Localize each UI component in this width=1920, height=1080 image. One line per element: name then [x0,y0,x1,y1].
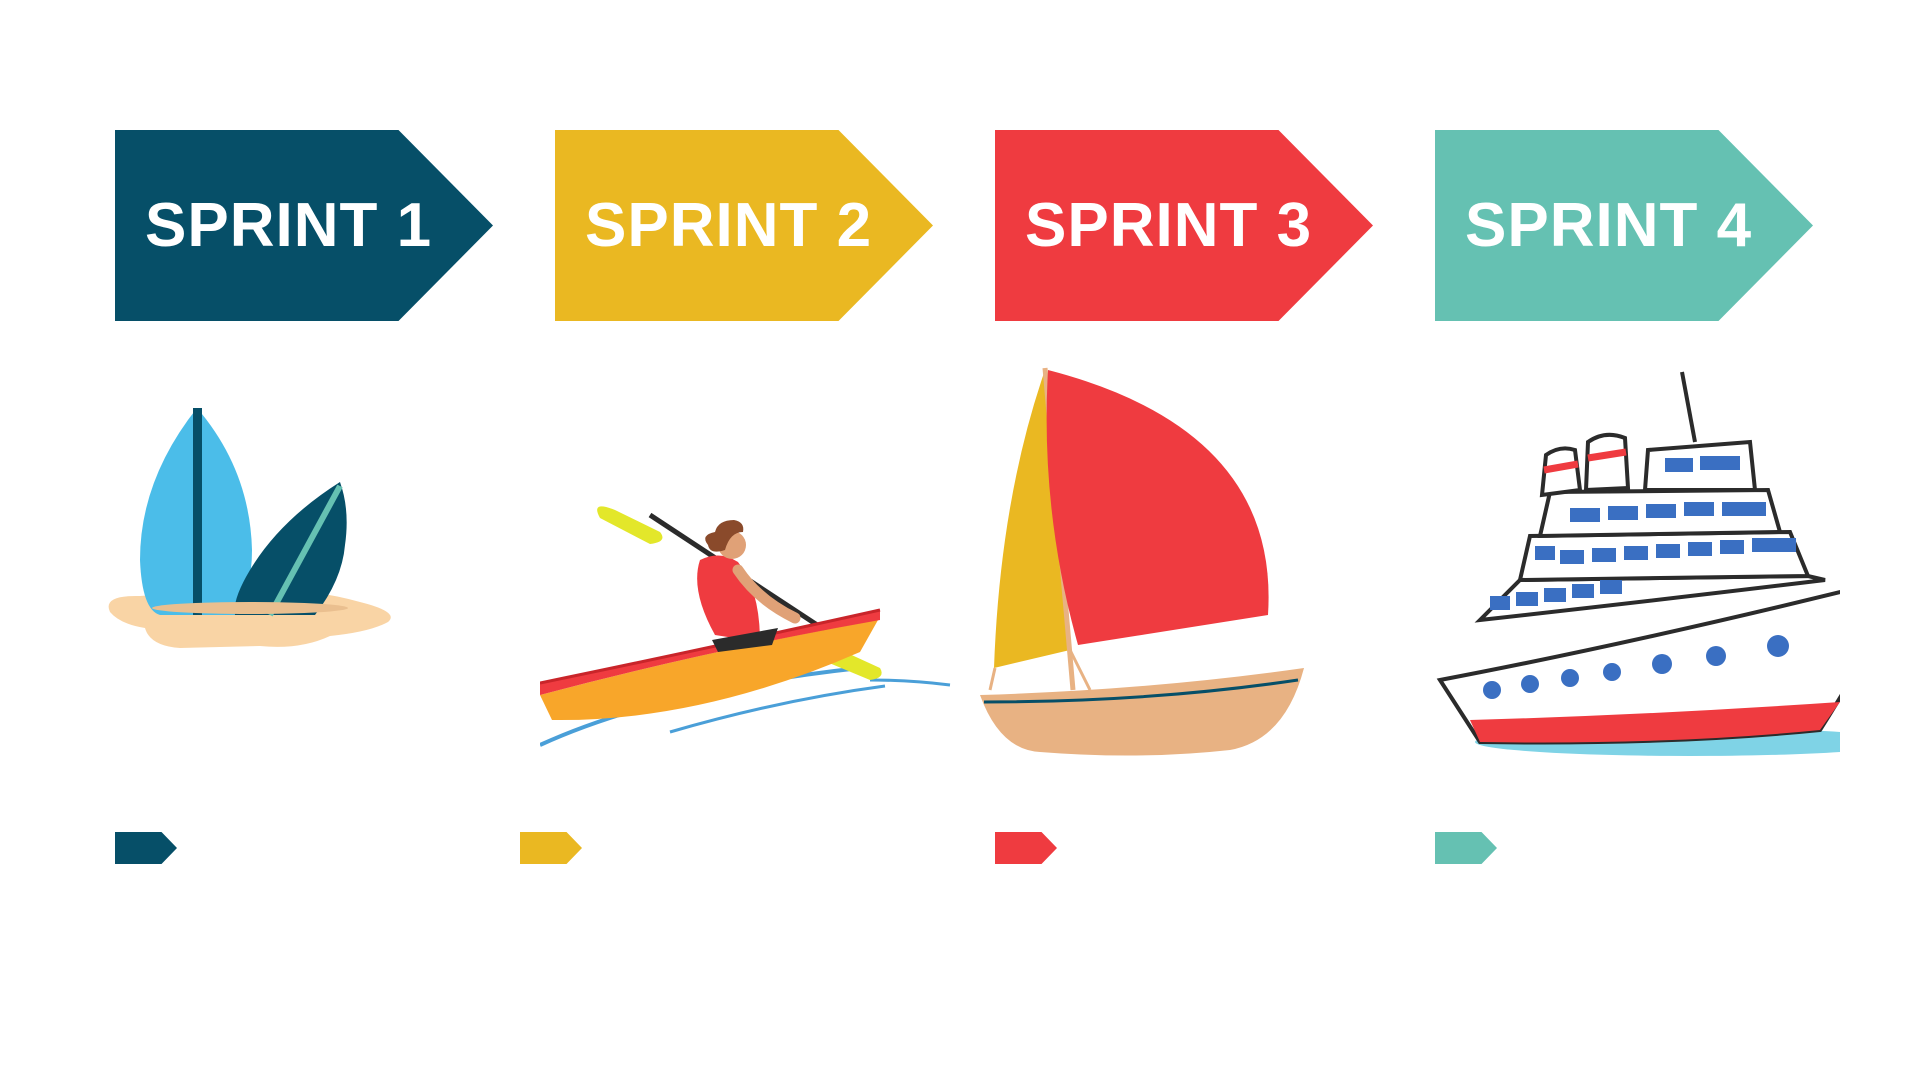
sailboat-icon [980,350,1400,780]
sprint-2-label: SPRINT 2 [585,191,873,260]
sprint-2-marker [520,832,582,864]
kayak-icon [540,350,960,780]
sprint-column-2: SPRINT 2 [520,0,960,1080]
sprint-4-banner: SPRINT 4 [1435,130,1813,321]
sprint-4-label: SPRINT 4 [1465,191,1753,260]
surfboards-icon [100,350,520,780]
sprint-1-marker [115,832,177,864]
sprint-4-marker [1435,832,1497,864]
sprint-column-3: SPRINT 3 [980,0,1400,1080]
cruise-ship-icon [1420,350,1840,780]
sprint-3-banner: SPRINT 3 [995,130,1373,321]
sprint-column-4: SPRINT 4 [1420,0,1840,1080]
sprint-1-banner: SPRINT 1 [115,130,493,321]
sprint-3-marker [995,832,1057,864]
sprint-column-1: SPRINT 1 [100,0,520,1080]
sprint-1-label: SPRINT 1 [145,191,433,260]
sprint-3-label: SPRINT 3 [1025,191,1313,260]
sprint-2-banner: SPRINT 2 [555,130,933,321]
